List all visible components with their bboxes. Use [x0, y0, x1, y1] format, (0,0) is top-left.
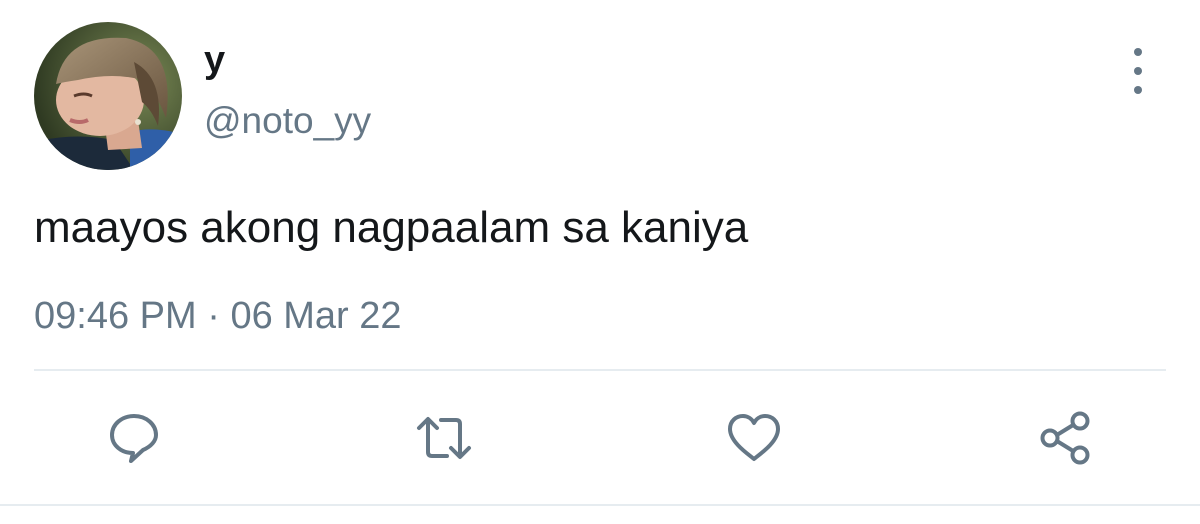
avatar[interactable]: [34, 22, 182, 170]
bottom-divider: [0, 504, 1200, 506]
more-options-dot: [1134, 86, 1142, 94]
heart-icon: [728, 414, 780, 461]
reply-button[interactable]: [104, 408, 164, 468]
more-options-button[interactable]: [1118, 48, 1158, 94]
tweet-text: maayos akong nagpaalam sa kaniya: [34, 203, 749, 252]
meta-separator: ·: [207, 295, 220, 337]
user-handle[interactable]: @noto_yy: [204, 97, 371, 145]
share-button[interactable]: [1036, 408, 1096, 468]
tweet-date: 06 Mar 22: [230, 295, 402, 337]
more-options-dot: [1134, 67, 1142, 75]
retweet-button[interactable]: [414, 408, 474, 468]
comment-icon: [110, 414, 158, 463]
divider: [34, 369, 1166, 371]
tweet-card: y @noto_yy maayos akong nagpaalam sa kan…: [0, 0, 1200, 524]
tweet-meta: 09:46 PM · 06 Mar 22: [34, 292, 402, 340]
display-name[interactable]: y: [204, 36, 225, 84]
more-options-icon: [1134, 48, 1142, 56]
tweet-time: 09:46 PM: [34, 295, 197, 337]
retweet-icon: [417, 417, 471, 459]
avatar-photo: [34, 22, 182, 170]
like-button[interactable]: [724, 408, 784, 468]
share-icon: [1040, 411, 1090, 465]
